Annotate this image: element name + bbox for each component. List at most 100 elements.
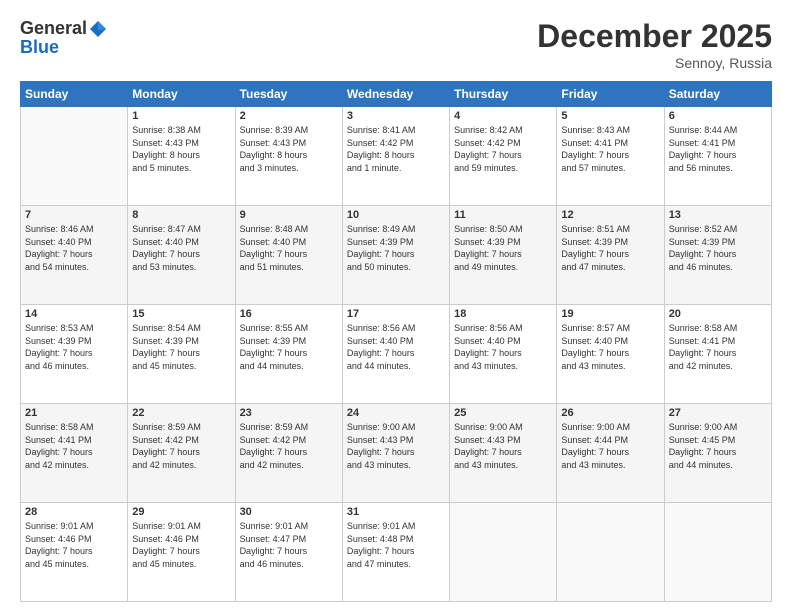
day-number: 11 [454,209,552,221]
calendar-cell: 20 Sunrise: 8:58 AM Sunset: 4:41 PM Dayli… [664,305,771,404]
calendar-cell: 30Sunrise: 9:01 AM Sunset: 4:47 PM Dayli… [235,503,342,602]
day-info: Sunrise: 8:42 AM Sunset: 4:42 PM Dayligh… [454,124,552,174]
day-info: Sunrise: 8:39 AM Sunset: 4:43 PM Dayligh… [240,124,338,174]
calendar-cell: 18Sunrise: 8:56 AM Sunset: 4:40 PM Dayli… [450,305,557,404]
calendar-cell: 24Sunrise: 9:00 AM Sunset: 4:43 PM Dayli… [342,404,449,503]
day-info: Sunrise: 8:44 AM Sunset: 4:41 PM Dayligh… [669,124,767,174]
calendar-cell [664,503,771,602]
day-number: 19 [561,308,659,320]
calendar-cell: 4 Sunrise: 8:42 AM Sunset: 4:42 PM Daylig… [450,107,557,206]
calendar-week-1: 7 Sunrise: 8:46 AM Sunset: 4:40 PM Daylig… [21,206,772,305]
calendar-week-3: 21Sunrise: 8:58 AM Sunset: 4:41 PM Dayli… [21,404,772,503]
calendar-cell: 10 Sunrise: 8:49 AM Sunset: 4:39 PM Dayli… [342,206,449,305]
header-tuesday: Tuesday [235,82,342,107]
day-number: 17 [347,308,445,320]
day-number: 9 [240,209,338,221]
calendar-header-row: Sunday Monday Tuesday Wednesday Thursday… [21,82,772,107]
day-number: 5 [561,110,659,122]
day-number: 6 [669,110,767,122]
day-number: 26 [561,407,659,419]
day-number: 18 [454,308,552,320]
calendar-cell: 25 Sunrise: 9:00 AM Sunset: 4:43 PM Dayli… [450,404,557,503]
calendar-cell [450,503,557,602]
calendar-cell: 14Sunrise: 8:53 AM Sunset: 4:39 PM Dayli… [21,305,128,404]
day-info: Sunrise: 9:01 AM Sunset: 4:46 PM Dayligh… [132,520,230,570]
day-number: 7 [25,209,123,221]
day-info: Sunrise: 8:55 AM Sunset: 4:39 PM Dayligh… [240,322,338,372]
calendar-cell: 5 Sunrise: 8:43 AM Sunset: 4:41 PM Daylig… [557,107,664,206]
calendar-cell [21,107,128,206]
day-info: Sunrise: 8:48 AM Sunset: 4:40 PM Dayligh… [240,223,338,273]
day-number: 13 [669,209,767,221]
day-number: 16 [240,308,338,320]
title-block: December 2025 Sennoy, Russia [537,18,772,71]
location: Sennoy, Russia [537,55,772,71]
calendar-cell: 17 Sunrise: 8:56 AM Sunset: 4:40 PM Dayli… [342,305,449,404]
day-info: Sunrise: 8:46 AM Sunset: 4:40 PM Dayligh… [25,223,123,273]
calendar-cell: 31 Sunrise: 9:01 AM Sunset: 4:48 PM Dayli… [342,503,449,602]
day-number: 31 [347,506,445,518]
day-number: 22 [132,407,230,419]
day-info: Sunrise: 8:52 AM Sunset: 4:39 PM Dayligh… [669,223,767,273]
logo-blue-text: Blue [20,37,59,58]
calendar-cell: 27Sunrise: 9:00 AM Sunset: 4:45 PM Dayli… [664,404,771,503]
calendar-cell: 3 Sunrise: 8:41 AM Sunset: 4:42 PM Daylig… [342,107,449,206]
logo-general-text: General [20,18,87,39]
calendar-cell: 7 Sunrise: 8:46 AM Sunset: 4:40 PM Daylig… [21,206,128,305]
day-info: Sunrise: 8:50 AM Sunset: 4:39 PM Dayligh… [454,223,552,273]
day-number: 24 [347,407,445,419]
calendar-cell: 6 Sunrise: 8:44 AM Sunset: 4:41 PM Daylig… [664,107,771,206]
header-sunday: Sunday [21,82,128,107]
day-info: Sunrise: 8:58 AM Sunset: 4:41 PM Dayligh… [669,322,767,372]
calendar-cell: 11 Sunrise: 8:50 AM Sunset: 4:39 PM Dayli… [450,206,557,305]
calendar-cell: 28 Sunrise: 9:01 AM Sunset: 4:46 PM Dayli… [21,503,128,602]
calendar-cell: 26 Sunrise: 9:00 AM Sunset: 4:44 PM Dayli… [557,404,664,503]
day-info: Sunrise: 8:58 AM Sunset: 4:41 PM Dayligh… [25,421,123,471]
day-info: Sunrise: 8:38 AM Sunset: 4:43 PM Dayligh… [132,124,230,174]
day-info: Sunrise: 8:51 AM Sunset: 4:39 PM Dayligh… [561,223,659,273]
day-number: 23 [240,407,338,419]
header-wednesday: Wednesday [342,82,449,107]
header: General Blue December 2025 Sennoy, Russi… [20,18,772,71]
day-info: Sunrise: 8:56 AM Sunset: 4:40 PM Dayligh… [347,322,445,372]
calendar-week-0: 1Sunrise: 8:38 AM Sunset: 4:43 PM Daylig… [21,107,772,206]
day-info: Sunrise: 8:54 AM Sunset: 4:39 PM Dayligh… [132,322,230,372]
day-number: 10 [347,209,445,221]
day-info: Sunrise: 9:00 AM Sunset: 4:43 PM Dayligh… [454,421,552,471]
calendar-cell: 13 Sunrise: 8:52 AM Sunset: 4:39 PM Dayli… [664,206,771,305]
header-thursday: Thursday [450,82,557,107]
day-number: 25 [454,407,552,419]
header-friday: Friday [557,82,664,107]
calendar-cell: 1Sunrise: 8:38 AM Sunset: 4:43 PM Daylig… [128,107,235,206]
day-number: 15 [132,308,230,320]
logo-flag-icon [89,20,107,38]
day-info: Sunrise: 9:01 AM Sunset: 4:46 PM Dayligh… [25,520,123,570]
calendar-week-4: 28 Sunrise: 9:01 AM Sunset: 4:46 PM Dayli… [21,503,772,602]
calendar-cell: 9 Sunrise: 8:48 AM Sunset: 4:40 PM Daylig… [235,206,342,305]
day-number: 2 [240,110,338,122]
calendar-cell: 19Sunrise: 8:57 AM Sunset: 4:40 PM Dayli… [557,305,664,404]
day-info: Sunrise: 8:49 AM Sunset: 4:39 PM Dayligh… [347,223,445,273]
calendar-cell: 8Sunrise: 8:47 AM Sunset: 4:40 PM Daylig… [128,206,235,305]
day-number: 20 [669,308,767,320]
calendar-cell: 29Sunrise: 9:01 AM Sunset: 4:46 PM Dayli… [128,503,235,602]
day-number: 3 [347,110,445,122]
day-info: Sunrise: 8:59 AM Sunset: 4:42 PM Dayligh… [132,421,230,471]
calendar-cell: 16 Sunrise: 8:55 AM Sunset: 4:39 PM Dayli… [235,305,342,404]
day-number: 30 [240,506,338,518]
calendar-cell: 23 Sunrise: 8:59 AM Sunset: 4:42 PM Dayli… [235,404,342,503]
calendar-cell: 22 Sunrise: 8:59 AM Sunset: 4:42 PM Dayli… [128,404,235,503]
day-info: Sunrise: 9:01 AM Sunset: 4:48 PM Dayligh… [347,520,445,570]
calendar-cell: 21Sunrise: 8:58 AM Sunset: 4:41 PM Dayli… [21,404,128,503]
day-number: 28 [25,506,123,518]
day-info: Sunrise: 8:47 AM Sunset: 4:40 PM Dayligh… [132,223,230,273]
calendar-table: Sunday Monday Tuesday Wednesday Thursday… [20,81,772,602]
day-number: 4 [454,110,552,122]
day-info: Sunrise: 8:59 AM Sunset: 4:42 PM Dayligh… [240,421,338,471]
calendar-cell [557,503,664,602]
header-saturday: Saturday [664,82,771,107]
calendar-cell: 15 Sunrise: 8:54 AM Sunset: 4:39 PM Dayli… [128,305,235,404]
day-info: Sunrise: 8:41 AM Sunset: 4:42 PM Dayligh… [347,124,445,174]
day-info: Sunrise: 9:00 AM Sunset: 4:44 PM Dayligh… [561,421,659,471]
day-info: Sunrise: 8:43 AM Sunset: 4:41 PM Dayligh… [561,124,659,174]
